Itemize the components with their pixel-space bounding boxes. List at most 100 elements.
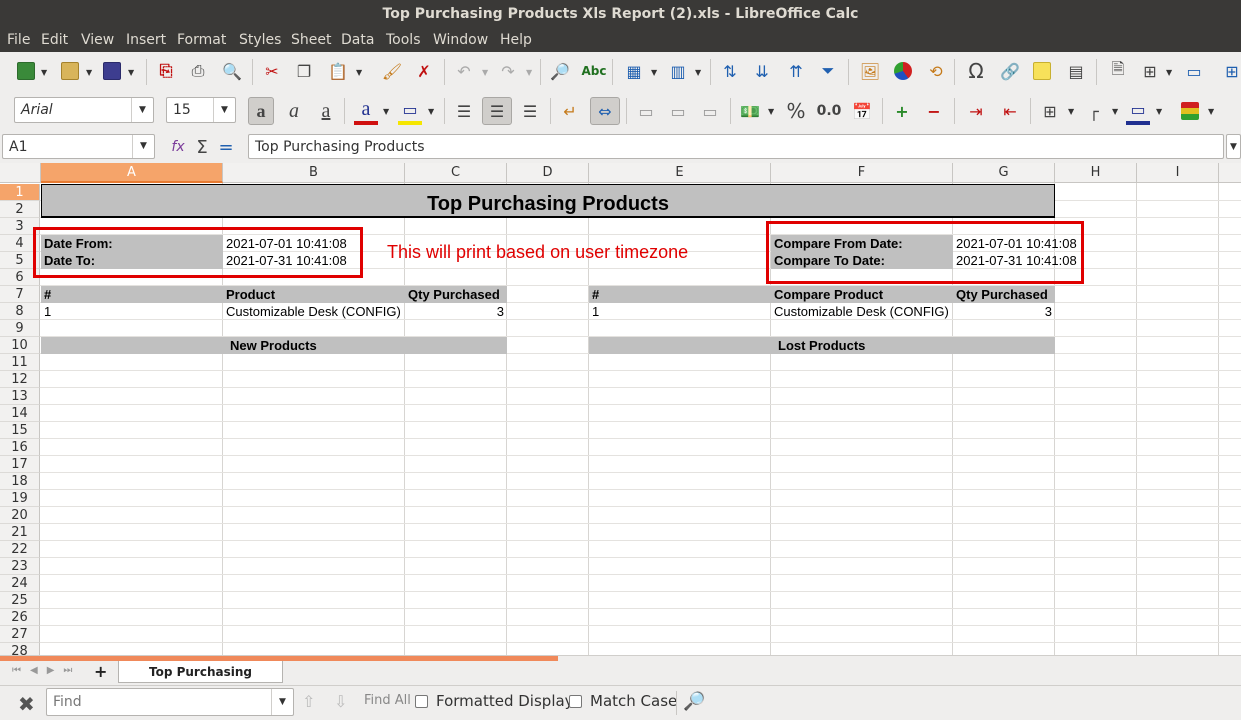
paste-icon[interactable]: 📋 — [326, 59, 350, 83]
row-header-10[interactable]: 10 — [0, 337, 40, 354]
border-style-icon[interactable]: ┌ — [1082, 99, 1106, 123]
borders-icon[interactable]: ⊞ — [1038, 99, 1062, 123]
column-icon[interactable]: ▥ — [666, 59, 690, 83]
formatted-display-checkbox[interactable] — [415, 695, 428, 708]
row-header-1[interactable]: 1 — [0, 184, 40, 201]
cut-icon[interactable]: ✂ — [260, 59, 284, 83]
close-icon[interactable]: ✖ — [18, 692, 35, 716]
menu-insert[interactable]: Insert — [126, 32, 166, 48]
table-header-num[interactable]: # — [41, 286, 223, 303]
row-header-9[interactable]: 9 — [0, 320, 40, 337]
find-replace-icon[interactable]: 🔎 — [548, 59, 572, 83]
row-header-16[interactable]: 16 — [0, 439, 40, 456]
menu-data[interactable]: Data — [341, 32, 374, 48]
row-header-22[interactable]: 22 — [0, 541, 40, 558]
split-window-icon[interactable]: ▭ — [1182, 59, 1206, 83]
border-color-icon[interactable]: ▭ — [1126, 97, 1150, 121]
save-icon[interactable] — [100, 59, 124, 83]
delete-decimal-icon[interactable]: − — [922, 99, 946, 123]
find-previous-icon[interactable]: ⇧ — [302, 692, 315, 711]
align-left-icon[interactable]: ☰ — [452, 99, 476, 123]
row-header-28[interactable]: 28 — [0, 643, 40, 655]
date-format-icon[interactable]: 📅 — [850, 99, 874, 123]
row-header-2[interactable]: 2 — [0, 201, 40, 218]
row-header-17[interactable]: 17 — [0, 456, 40, 473]
italic-icon[interactable]: a — [282, 99, 306, 123]
add-decimal-icon[interactable]: + — [890, 99, 914, 123]
table-row-qty[interactable]: 3 — [405, 303, 507, 320]
undo-icon[interactable]: ↶ — [452, 59, 476, 83]
headers-footers-icon[interactable]: ▤ — [1064, 59, 1088, 83]
clear-formatting-icon[interactable]: ✗ — [412, 59, 436, 83]
compare-row-num[interactable]: 1 — [589, 303, 771, 320]
column-header-a[interactable]: A — [41, 163, 223, 183]
row-header-24[interactable]: 24 — [0, 575, 40, 592]
spreadsheet-grid[interactable]: A B C D E F G H I 1 2 3 4 5 6 7 8 9 10 1… — [0, 163, 1241, 655]
row-header-15[interactable]: 15 — [0, 422, 40, 439]
row-header-11[interactable]: 11 — [0, 354, 40, 371]
highlight-color-icon[interactable]: ▭ — [398, 97, 422, 121]
bold-icon[interactable]: a — [248, 97, 274, 125]
freeze-rows-columns-icon[interactable]: ⊞ — [1138, 59, 1162, 83]
underline-icon[interactable]: a — [314, 99, 338, 123]
compare-header-product[interactable]: Compare Product — [771, 286, 953, 303]
add-sheet-icon[interactable]: + — [94, 662, 107, 681]
row-header-27[interactable]: 27 — [0, 626, 40, 643]
font-size-box[interactable]: 15 ▼ — [166, 97, 236, 123]
export-pdf-icon[interactable]: ⎘ — [154, 59, 178, 83]
clone-formatting-icon[interactable]: 🖌 — [380, 59, 404, 83]
sheet-navigation-icon[interactable]: ⏮◀▶⏭ — [12, 665, 81, 676]
select-all-corner[interactable] — [0, 163, 41, 183]
table-header-qty[interactable]: Qty Purchased — [405, 286, 507, 303]
align-top-icon[interactable]: ▭ — [634, 99, 658, 123]
sort-descending-icon[interactable]: ⇊ — [750, 59, 774, 83]
menu-view[interactable]: View — [81, 32, 114, 48]
chevron-down-icon[interactable]: ▼ — [131, 98, 153, 122]
menu-edit[interactable]: Edit — [41, 32, 68, 48]
row-header-26[interactable]: 26 — [0, 609, 40, 626]
table-row-num[interactable]: 1 — [41, 303, 223, 320]
menu-format[interactable]: Format — [177, 32, 226, 48]
row-header-19[interactable]: 19 — [0, 490, 40, 507]
report-title-cell[interactable]: Top Purchasing Products — [41, 184, 1055, 218]
open-icon[interactable] — [58, 59, 82, 83]
lost-products-header[interactable]: Lost Products — [589, 337, 1055, 354]
compare-header-qty[interactable]: Qty Purchased — [953, 286, 1055, 303]
compare-row-qty[interactable]: 3 — [953, 303, 1055, 320]
menu-file[interactable]: File — [7, 32, 30, 48]
align-bottom-icon[interactable]: ▭ — [698, 99, 722, 123]
expand-formula-bar-icon[interactable]: ▼ — [1226, 134, 1241, 159]
table-header-product[interactable]: Product — [223, 286, 405, 303]
sort-ascending-icon[interactable]: ⇈ — [784, 59, 808, 83]
sheet-tab-top-purchasing-products[interactable]: Top Purchasing Products — [118, 661, 283, 701]
menu-sheet[interactable]: Sheet — [291, 32, 331, 48]
column-header-c[interactable]: C — [405, 163, 507, 183]
row-header-23[interactable]: 23 — [0, 558, 40, 575]
column-header-h[interactable]: H — [1055, 163, 1137, 183]
find-replace-icon[interactable]: 🔎 — [683, 691, 705, 712]
find-next-icon[interactable]: ⇩ — [334, 692, 347, 711]
row-header-12[interactable]: 12 — [0, 371, 40, 388]
compare-header-num[interactable]: # — [589, 286, 771, 303]
align-right-icon[interactable]: ☰ — [518, 99, 542, 123]
compare-row-product[interactable]: Customizable Desk (CONFIG) — [771, 303, 953, 320]
column-header-d[interactable]: D — [507, 163, 589, 183]
spelling-icon[interactable]: Abc — [582, 59, 607, 83]
row-header-14[interactable]: 14 — [0, 405, 40, 422]
percent-format-icon[interactable]: % — [784, 99, 808, 123]
decrease-indent-icon[interactable]: ⇤ — [998, 99, 1022, 123]
pivot-table-icon[interactable]: ⟲ — [924, 59, 948, 83]
redo-icon[interactable]: ↷ — [496, 59, 520, 83]
name-box[interactable]: A1 ▼ — [2, 134, 155, 159]
sum-icon[interactable]: Σ — [190, 135, 214, 159]
image-icon[interactable]: 🖼 — [858, 59, 882, 83]
row-header-21[interactable]: 21 — [0, 524, 40, 541]
print-icon[interactable]: ⎙ — [186, 59, 210, 83]
row-header-13[interactable]: 13 — [0, 388, 40, 405]
row-header-18[interactable]: 18 — [0, 473, 40, 490]
chart-icon[interactable] — [891, 59, 915, 83]
chevron-down-icon[interactable]: ▼ — [132, 135, 154, 158]
comment-icon[interactable] — [1030, 59, 1054, 83]
row-header-7[interactable]: 7 — [0, 286, 40, 303]
align-center-icon[interactable]: ☰ — [482, 97, 512, 125]
